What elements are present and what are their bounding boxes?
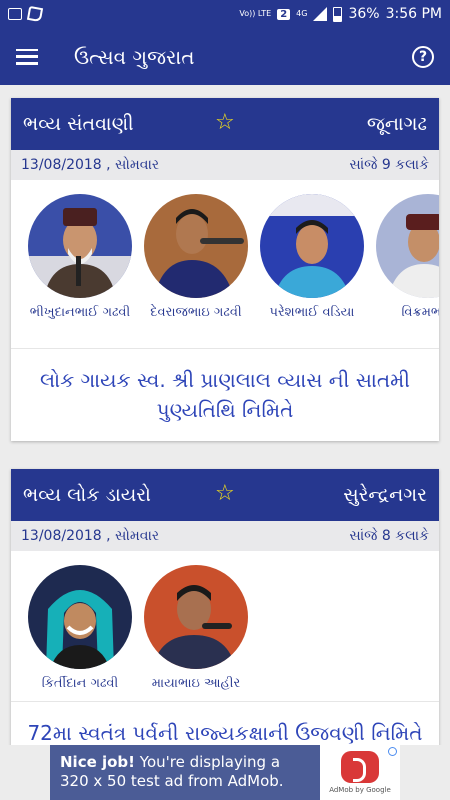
event-card-header: ભવ્ય લોક ડાયરો ☆ સુરેન્દ્રનગર bbox=[11, 469, 439, 521]
call-notification-icon bbox=[26, 5, 44, 23]
volte-indicator: Vo)) LTE bbox=[239, 9, 272, 18]
event-time: સાંજે 9 કલાકે bbox=[349, 157, 429, 173]
artist-name: દેવરાજભાઇ ગઢવી bbox=[150, 305, 242, 320]
artist-name: માયાભાઇ આહીર bbox=[151, 676, 241, 691]
artist-item[interactable]: માયાભાઇ આહીર bbox=[143, 565, 249, 701]
ad-headline: Nice job! bbox=[60, 753, 136, 771]
event-time: સાંજે 8 કલાકે bbox=[349, 528, 429, 544]
network-type: 4G bbox=[296, 9, 308, 18]
app-title: ઉત્સવ ગુજરાત bbox=[74, 44, 195, 69]
battery-percent: 36% bbox=[348, 6, 380, 22]
admob-logo-icon bbox=[341, 751, 379, 783]
event-card[interactable]: ભવ્ય સંતવાણી ☆ જૂનાગઢ 13/08/2018 , સોમવા… bbox=[11, 98, 439, 441]
event-date: 13/08/2018 , સોમવાર bbox=[21, 157, 160, 173]
artist-photo bbox=[260, 194, 364, 298]
ad-banner[interactable]: Nice job! You're displaying a 320 x 50 t… bbox=[50, 745, 400, 800]
favorite-star-icon[interactable]: ☆ bbox=[215, 481, 235, 506]
artist-photo bbox=[144, 565, 248, 669]
event-city: સુરેન્દ્રનગર bbox=[343, 484, 427, 506]
battery-icon bbox=[333, 6, 343, 22]
artist-photo bbox=[28, 565, 132, 669]
ad-text: Nice job! You're displaying a 320 x 50 t… bbox=[50, 745, 320, 800]
artist-name: વિક્રમભાઈ bbox=[401, 305, 439, 320]
event-list[interactable]: ભવ્ય સંતવાણી ☆ જૂનાગઢ 13/08/2018 , સોમવા… bbox=[0, 85, 450, 745]
artist-name: કિર્તીદાન ગઢવી bbox=[41, 676, 119, 691]
gallery-notification-icon bbox=[8, 8, 22, 20]
artist-name: ભીખુદાનભાઈ ગઢવી bbox=[29, 305, 131, 320]
signal-icon bbox=[313, 7, 328, 21]
event-title: ભવ્ય લોક ડાયરો bbox=[23, 484, 151, 506]
event-date: 13/08/2018 , સોમવાર bbox=[21, 528, 160, 544]
menu-icon[interactable] bbox=[16, 48, 38, 65]
artist-name: પરેશભાઈ વડિયા bbox=[269, 305, 355, 320]
artist-carousel[interactable]: ભીખુદાનભાઈ ગઢવી દેવરાજભાઇ ગઢવી પરેશભાઈ વ… bbox=[11, 180, 439, 348]
event-title: ભવ્ય સંતવાણી bbox=[23, 113, 134, 135]
app-bar: ઉત્સવ ગુજરાત ? bbox=[0, 28, 450, 85]
artist-item[interactable]: ભીખુદાનભાઈ ગઢવી bbox=[27, 194, 133, 348]
status-time: 3:56 PM bbox=[385, 6, 442, 22]
artist-item[interactable]: દેવરાજભાઇ ગઢવી bbox=[143, 194, 249, 348]
artist-photo bbox=[28, 194, 132, 298]
event-card[interactable]: ભવ્ય લોક ડાયરો ☆ સુરેન્દ્રનગર 13/08/2018… bbox=[11, 469, 439, 745]
artist-carousel[interactable]: કિર્તીદાન ગઢવી માયાભાઇ આહીર bbox=[11, 551, 439, 701]
status-bar: Vo)) LTE 2 4G 36% 3:56 PM bbox=[0, 0, 450, 28]
admob-logo-text: AdMob by Google bbox=[329, 786, 391, 794]
admob-logo: AdMob by Google bbox=[320, 745, 400, 800]
event-card-header: ભવ્ય સંતવાણી ☆ જૂનાગઢ bbox=[11, 98, 439, 150]
artist-item[interactable]: કિર્તીદાન ગઢવી bbox=[27, 565, 133, 701]
artist-photo bbox=[376, 194, 439, 298]
event-dateline: 13/08/2018 , સોમવાર સાંજે 8 કલાકે bbox=[11, 521, 439, 551]
ad-info-icon[interactable] bbox=[388, 747, 397, 756]
event-city: જૂનાગઢ bbox=[366, 113, 427, 135]
event-description: 72મા સ્વતંત્ર પર્વની રાજ્યકક્ષાની ઉજવણી … bbox=[11, 701, 439, 745]
artist-item[interactable]: વિક્રમભાઈ bbox=[375, 194, 439, 348]
artist-item[interactable]: પરેશભાઈ વડિયા bbox=[259, 194, 365, 348]
event-dateline: 13/08/2018 , સોમવાર સાંજે 9 કલાકે bbox=[11, 150, 439, 180]
sim-indicator: 2 bbox=[277, 8, 291, 20]
help-icon[interactable]: ? bbox=[412, 45, 434, 68]
artist-photo bbox=[144, 194, 248, 298]
event-description: લોક ગાયક સ્વ. શ્રી પ્રાણલાલ વ્યાસ ની સાત… bbox=[11, 348, 439, 441]
favorite-star-icon[interactable]: ☆ bbox=[215, 110, 235, 135]
